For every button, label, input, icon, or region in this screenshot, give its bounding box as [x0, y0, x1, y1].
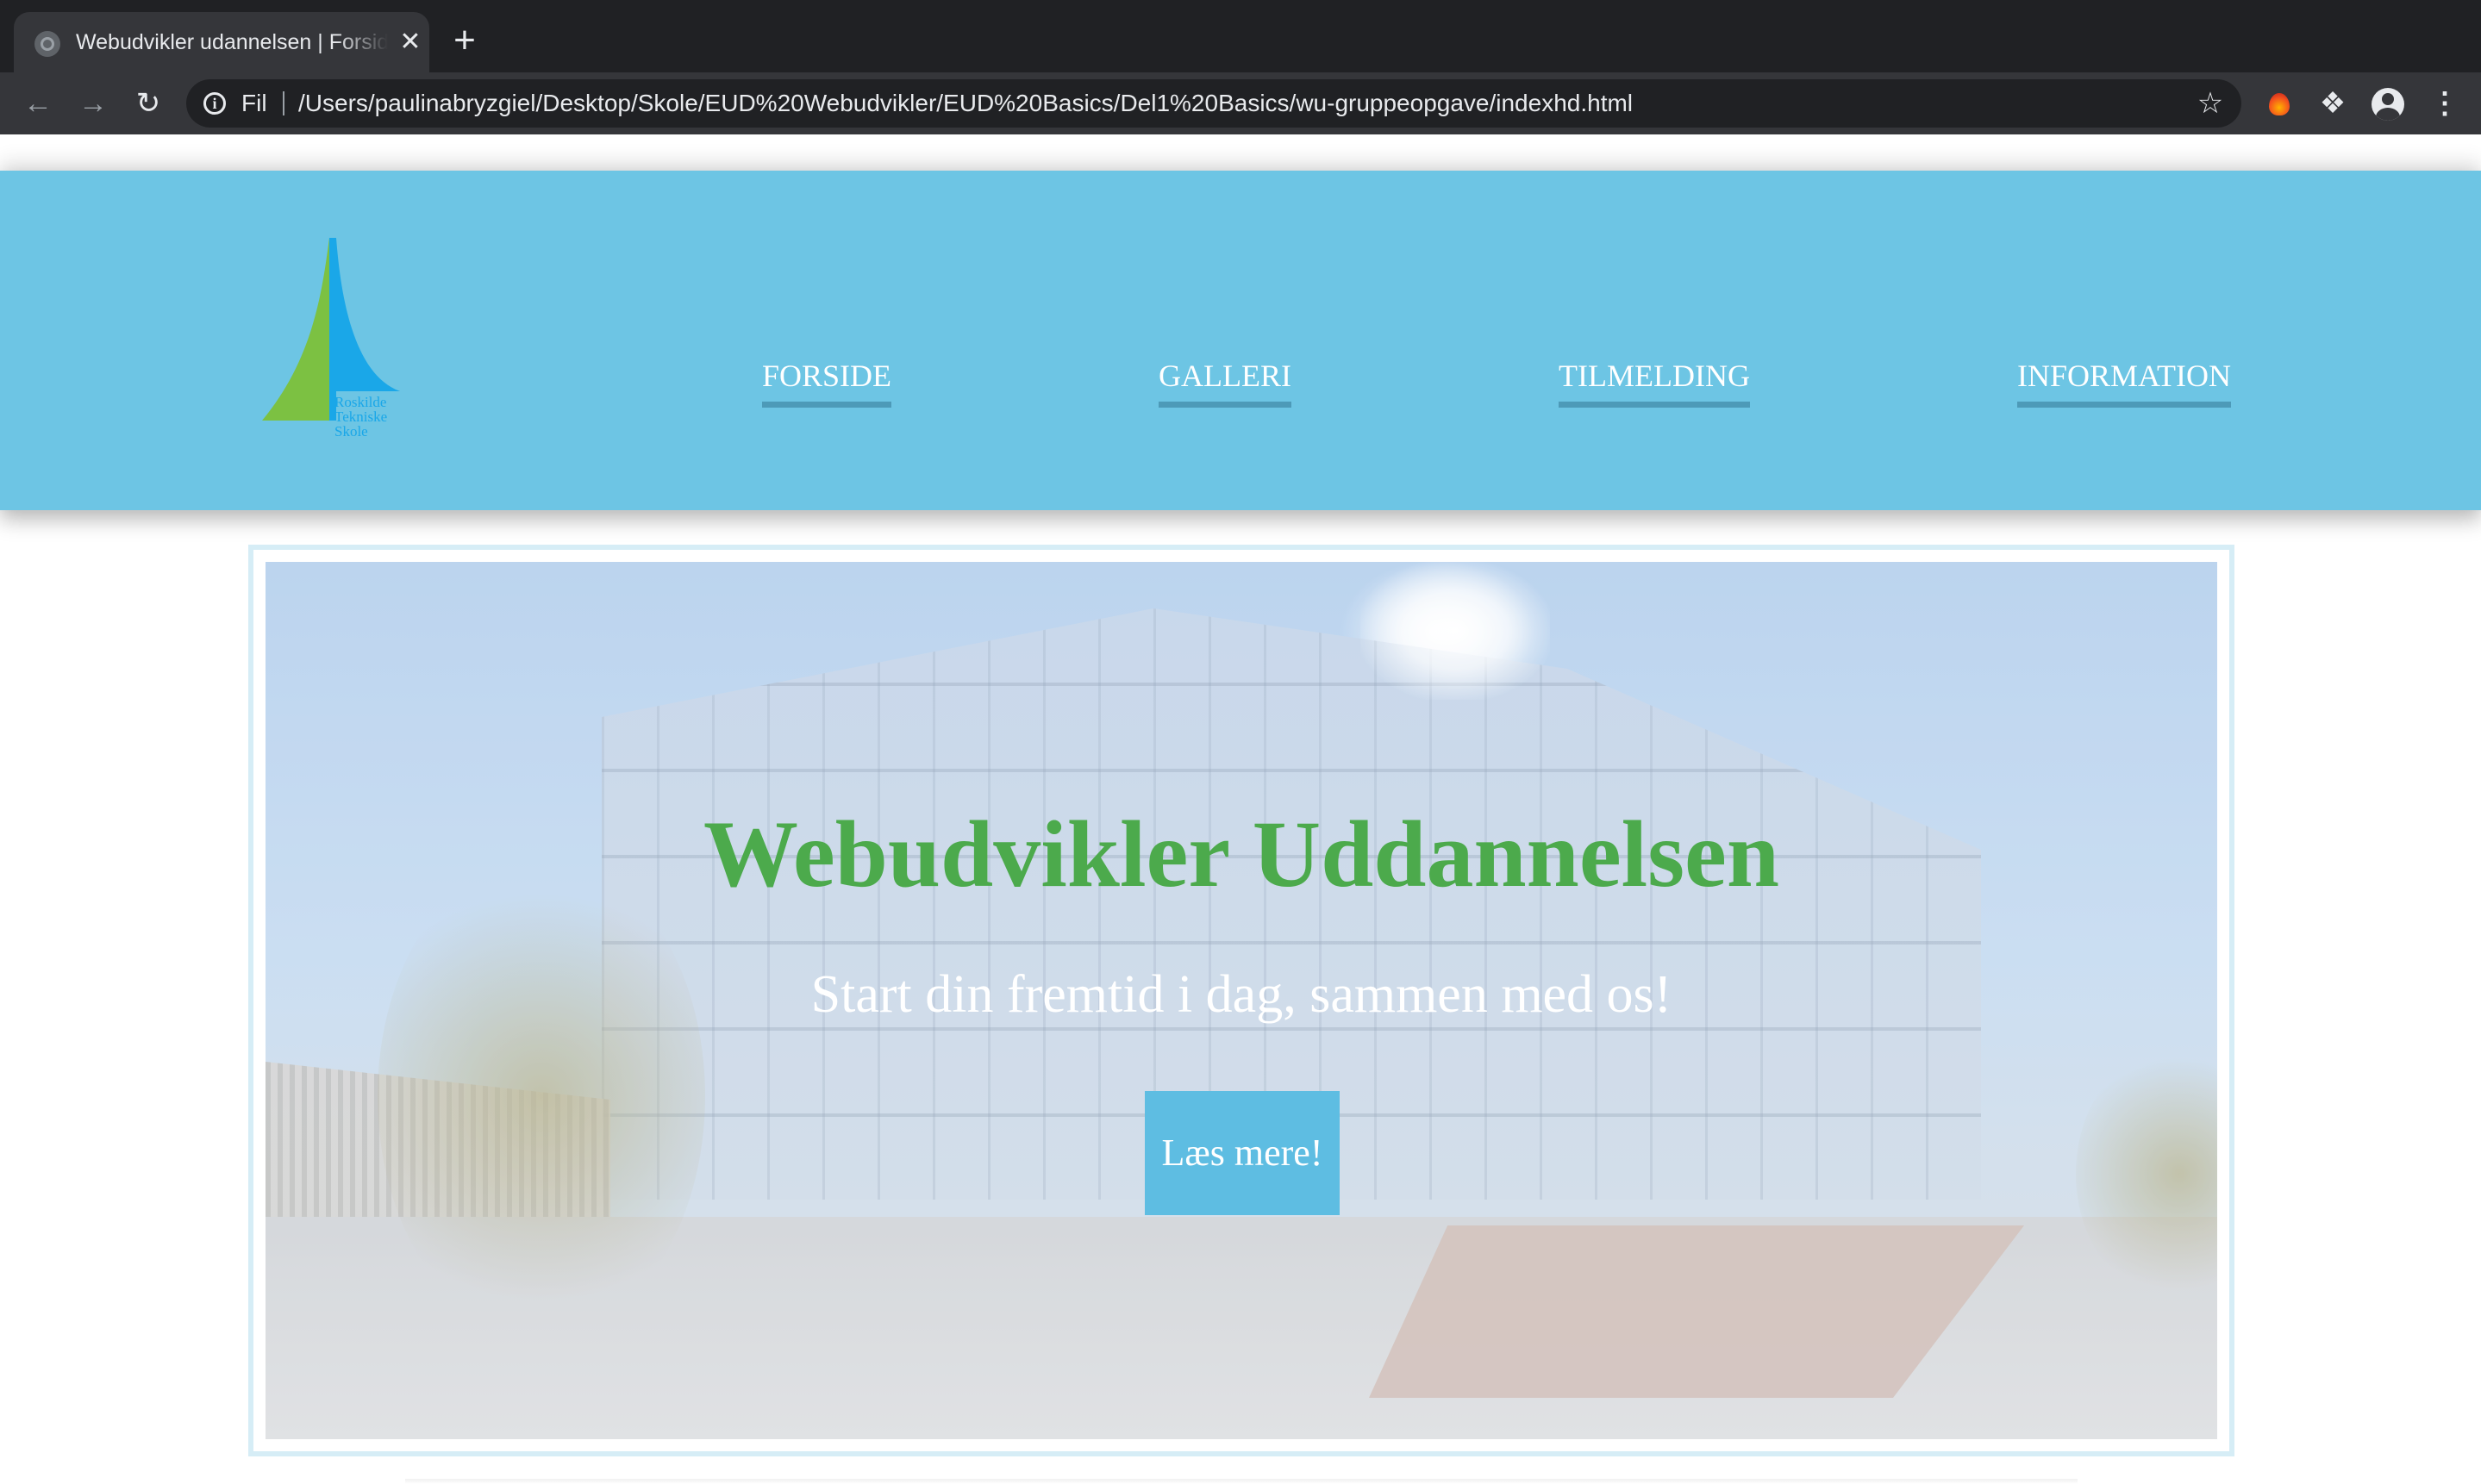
- site-header: Roskilde Tekniske Skole FORSIDE GALLERI …: [0, 171, 2481, 510]
- hero-frame: Webudvikler Uddannelsen Start din fremti…: [248, 545, 2234, 1456]
- browser-tab-strip: Webudvikler udannelsen | Forside ✕ +: [0, 0, 2481, 72]
- close-tab-icon[interactable]: ✕: [397, 28, 424, 56]
- reload-icon[interactable]: ↻: [129, 84, 167, 122]
- back-arrow-icon[interactable]: ←: [19, 84, 57, 122]
- info-icon[interactable]: i: [203, 92, 226, 115]
- scheme-label: Fil: [241, 90, 267, 116]
- kebab-menu-icon[interactable]: ⋮: [2426, 84, 2464, 122]
- address-separator: [283, 91, 284, 115]
- address-bar[interactable]: i Fil /Users/paulinabryzgiel/Desktop/Sko…: [186, 79, 2241, 128]
- main-nav: FORSIDE GALLERI TILMELDING INFORMATION: [0, 171, 2481, 510]
- read-more-button[interactable]: Læs mere!: [1145, 1091, 1340, 1215]
- nav-item-forside[interactable]: FORSIDE: [762, 357, 892, 408]
- web-page: Roskilde Tekniske Skole FORSIDE GALLERI …: [0, 134, 2481, 1484]
- globe-icon: [34, 31, 60, 57]
- hero-title: Webudvikler Uddannelsen: [703, 801, 1780, 907]
- forward-arrow-icon[interactable]: →: [74, 84, 112, 122]
- hero-banner: Webudvikler Uddannelsen Start din fremti…: [266, 562, 2217, 1439]
- puzzle-icon[interactable]: ❖: [2314, 84, 2352, 122]
- url-text[interactable]: /Users/paulinabryzgiel/Desktop/Skole/EUD…: [298, 90, 1633, 117]
- fire-extension-icon[interactable]: [2260, 84, 2298, 122]
- star-icon[interactable]: ☆: [2193, 86, 2228, 121]
- section-divider: [405, 1479, 2078, 1484]
- hero-subtitle: Start din fremtid i dag, sammen med os!: [810, 965, 1672, 1024]
- tab-title: Webudvikler udannelsen | Forside: [76, 28, 388, 57]
- new-tab-icon[interactable]: +: [447, 22, 483, 59]
- nav-item-tilmelding[interactable]: TILMELDING: [1559, 357, 1750, 408]
- browser-toolbar: ← → ↻ i Fil /Users/paulinabryzgiel/Deskt…: [0, 72, 2481, 134]
- nav-item-galleri[interactable]: GALLERI: [1159, 357, 1291, 408]
- profile-icon[interactable]: [2369, 84, 2407, 122]
- nav-item-information[interactable]: INFORMATION: [2017, 357, 2232, 408]
- browser-tab[interactable]: Webudvikler udannelsen | Forside ✕: [14, 12, 429, 72]
